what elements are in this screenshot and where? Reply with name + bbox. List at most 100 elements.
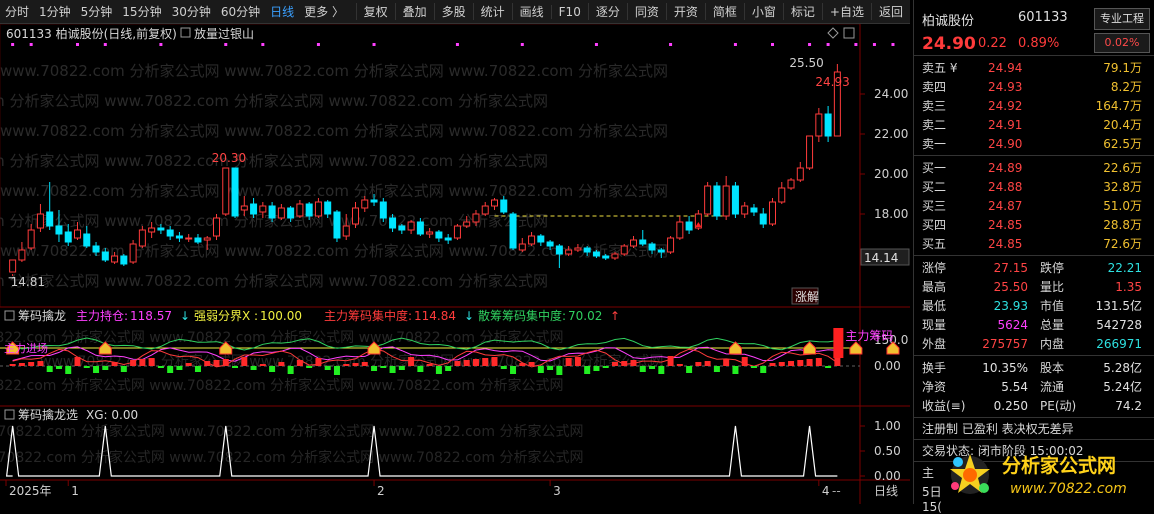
candle-body [509, 213, 517, 249]
indicator-bar [639, 366, 646, 372]
candle-body [648, 243, 656, 251]
stat-value: 5.28亿 [1103, 361, 1142, 375]
indicator-bar [28, 362, 35, 366]
sell-row[interactable]: 卖一 24.90 62.5万 [914, 134, 1154, 153]
indicator-bar [46, 366, 53, 372]
candle-body [574, 247, 582, 251]
candle-body [435, 231, 443, 239]
candle-body [759, 213, 767, 225]
period-tab-2[interactable]: 5分钟 [76, 3, 118, 20]
period-tab-3[interactable]: 15分钟 [117, 3, 166, 20]
buy-row[interactable]: 买四 24.85 28.8万 [914, 215, 1154, 234]
stats1-row: 外盘 275757 内盘 266971 [914, 334, 1154, 353]
legend-name: 强弱分界X [194, 309, 250, 323]
candle-body [148, 227, 156, 233]
logo-title: 分析家公式网 [1002, 454, 1116, 477]
indicator-bar [222, 359, 229, 366]
stat-key: PE(动) [1040, 399, 1077, 413]
indicator-bar [380, 366, 387, 368]
sell-row[interactable]: 卖三 24.92 164.7万 [914, 96, 1154, 115]
sell-row[interactable]: 卖四 24.93 8.2万 [914, 77, 1154, 96]
indicator-bar [315, 358, 322, 366]
diamond-icon [827, 27, 839, 39]
toolbar-button-6[interactable]: 逐分 [587, 3, 627, 20]
indicator-bar [621, 361, 628, 366]
logo-url: www.70822.com [1010, 481, 1127, 497]
signal-dot [316, 43, 320, 46]
indicator-bar [148, 358, 155, 366]
indicator-bar [65, 366, 72, 374]
buy-price: 24.88 [988, 179, 1023, 194]
buy-label: 买五 [922, 237, 947, 251]
toolbar-button-8[interactable]: 开资 [665, 3, 705, 20]
indicator-bar [250, 366, 257, 370]
buy-volume: 22.6万 [1103, 161, 1142, 175]
annot-last: 24.93 [815, 75, 849, 89]
watermark: www.70822.com 分析家公式网 www.70822.com 分析家公式… [0, 152, 548, 170]
candle-body [481, 205, 489, 215]
y-tick-label: 18.00 [874, 207, 908, 221]
indicator-bar [825, 366, 832, 368]
sell-row[interactable]: 卖五 ¥ 24.94 79.1万 [914, 58, 1154, 77]
toolbar-button-9[interactable]: 简框 [704, 3, 744, 20]
toolbar-button-12[interactable]: +自选 [821, 3, 871, 20]
stat-value: 0.250 [993, 398, 1028, 413]
indicator-bar [713, 366, 720, 372]
buy-row[interactable]: 买三 24.87 51.0万 [914, 196, 1154, 215]
candle-body [565, 249, 573, 255]
period-tab-1[interactable]: 1分钟 [34, 3, 76, 20]
sell-label: 卖一 [922, 137, 947, 151]
indicator-bar [732, 366, 739, 374]
candle-body [555, 245, 563, 255]
pct-button[interactable]: 0.02% [1094, 33, 1150, 53]
candle-body [685, 221, 693, 231]
signal-dot [261, 43, 265, 46]
period-tab-5[interactable]: 60分钟 [216, 3, 265, 20]
buy-row[interactable]: 买五 24.85 72.6万 [914, 234, 1154, 253]
indicator-bar [102, 366, 109, 370]
indicator-bar [630, 360, 637, 366]
toolbar-button-3[interactable]: 统计 [472, 3, 512, 20]
toolbar-button-5[interactable]: F10 [550, 4, 588, 19]
toolbar-button-1[interactable]: 叠加 [394, 3, 434, 20]
legend-value: 100.00 [260, 309, 302, 323]
toolbar-button-7[interactable]: 同资 [626, 3, 666, 20]
candle-body [620, 245, 628, 255]
stat-value: 25.50 [993, 279, 1028, 294]
stat-value: 22.21 [1107, 260, 1142, 275]
project-button[interactable]: 专业工程 [1094, 8, 1150, 30]
indicator-bar [797, 360, 804, 366]
period-tab-0[interactable]: 分时 [0, 3, 34, 20]
legend-name: 主力持仓 [76, 308, 124, 323]
buy-row[interactable]: 买二 24.88 32.8万 [914, 177, 1154, 196]
stat-value: 10.35% [982, 360, 1028, 375]
sell-label: 卖三 [922, 99, 947, 113]
candle-body [592, 251, 600, 257]
stock-code: 601133 [1018, 10, 1068, 25]
indicator-bar [269, 366, 276, 372]
sell-row[interactable]: 卖二 24.91 20.4万 [914, 115, 1154, 134]
period-tab-6[interactable]: 日线 [265, 3, 299, 20]
period-tab-4[interactable]: 30分钟 [167, 3, 216, 20]
stat-key: 最低 [922, 299, 947, 313]
chart-area[interactable]: www.70822.com 分析家公式网 www.70822.com 分析家公式… [0, 23, 910, 504]
x-tick-label: 1 [71, 484, 79, 498]
toolbar-button-11[interactable]: 标记 [782, 3, 822, 20]
stats-block-1: 涨停 27.15 跌停 22.21 最高 25.50 量比 1.35 最低 23.93 市值 131.… [914, 256, 1154, 356]
period-tab-7[interactable]: 更多 〉 [299, 3, 349, 20]
indicator-bar [185, 363, 192, 366]
toolbar-button-10[interactable]: 小窗 [743, 3, 783, 20]
toolbar-button-0[interactable]: 复权 [355, 3, 395, 20]
indicator-bar [259, 364, 266, 366]
watermark: www.70822.com 分析家公式网 www.70822.com 分析家公式… [0, 377, 563, 394]
toolbar-button-2[interactable]: 多股 [433, 3, 473, 20]
indicator-bar [482, 358, 489, 366]
chart-svg[interactable]: www.70822.com 分析家公式网 www.70822.com 分析家公式… [0, 23, 910, 504]
sell-book: 卖五 ¥ 24.94 79.1万 卖四 24.93 8.2万 卖三 24.92 164.7万 卖二… [914, 56, 1154, 156]
indicator-bar [157, 366, 164, 368]
buy-row[interactable]: 买一 24.89 22.6万 [914, 158, 1154, 177]
toolbar-button-4[interactable]: 画线 [511, 3, 551, 20]
toolbar-button-13[interactable]: 返回 [870, 3, 910, 20]
stats-block-2: 换手 10.35% 股本 5.28亿 净资 5.54 流通 5.24亿 收益(≡) 0.250 PE… [914, 356, 1154, 418]
indicator-bar [343, 364, 350, 366]
